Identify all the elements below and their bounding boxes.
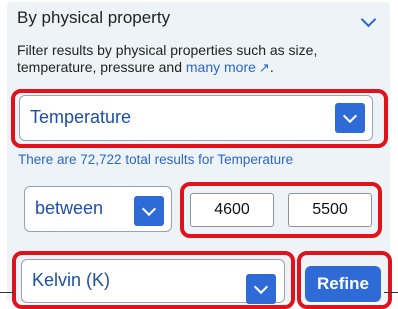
divider-right [384, 292, 398, 293]
description-suffix: . [269, 59, 274, 75]
highlight-property-select [11, 89, 388, 148]
results-count-text: There are 72,722 total results for Tempe… [18, 152, 294, 167]
highlight-unit-select [12, 251, 295, 309]
highlight-refine-button [297, 251, 392, 309]
section-title: By physical property [17, 8, 171, 27]
chevron-down-icon[interactable] [360, 11, 377, 28]
divider-left [0, 292, 14, 293]
section-header[interactable]: By physical property [17, 8, 380, 32]
highlight-range-inputs [180, 182, 382, 238]
external-link-icon: ↗ [258, 60, 270, 75]
dropdown-arrow-icon[interactable] [134, 196, 164, 226]
operator-select-value: between [35, 198, 104, 218]
many-more-link-label: many more [185, 59, 256, 75]
operator-select[interactable]: between [24, 186, 172, 232]
section-description: Filter results by physical properties su… [17, 42, 379, 76]
many-more-link[interactable]: many more ↗ [186, 59, 270, 75]
